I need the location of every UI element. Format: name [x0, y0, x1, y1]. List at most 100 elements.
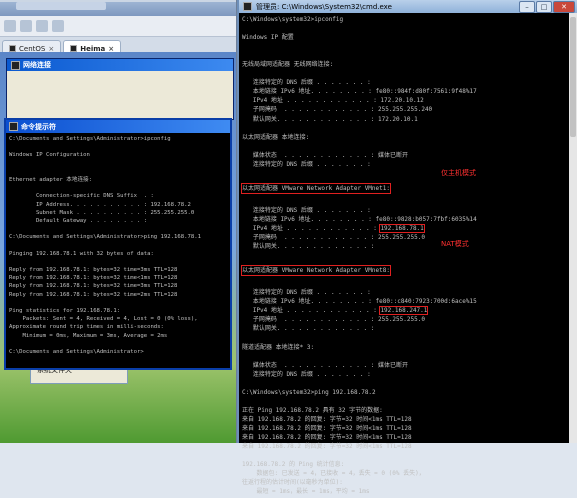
console-line: IP Address. . . . . . . . . . . : 192.16… — [9, 201, 191, 208]
vm-icon — [9, 45, 16, 52]
console-line: Packets: Sent = 4, Received = 4, Lost = … — [9, 316, 198, 323]
console-line: 本地链接 IPv6 地址. . . . . . . . : fe80::984f… — [242, 88, 477, 96]
console-line: C:\Windows\system32>ipconfig — [242, 16, 344, 23]
toolbar-icon[interactable] — [52, 20, 64, 32]
console-line: 以太网适配器 VMware Network Adapter VMnet8: — [241, 265, 391, 277]
console-line: 来自 192.168.78.2 的回复: 字节=32 时间<1ms TTL=12… — [242, 433, 412, 441]
console-line: 以太网适配器 VMware Network Adapter VMnet1: — [241, 182, 391, 194]
console-line: Approximate round trip times in milli-se… — [9, 324, 164, 331]
console-line: 默认网关. . . . . . . . . . . . . : — [242, 325, 375, 333]
console-line: 往返行程的估计时间(以毫秒为单位): — [242, 479, 343, 487]
console-line: 隧道适配器 本地连接* 3: — [242, 343, 315, 351]
console-line: 192.168.78.2 的 Ping 统计信息: — [242, 461, 345, 469]
console-line: IPv4 地址 . . . . . . . . . . . . : 172.20… — [242, 97, 424, 105]
console-line: 连接特定的 DNS 后缀 . . . . . . . : — [242, 160, 371, 168]
console-line: Reply from 192.168.78.1: bytes=32 time=2… — [9, 291, 178, 298]
console-line: Reply from 192.168.78.1: bytes=32 time=3… — [9, 267, 178, 273]
win7-cmd-title: 管理员: C:\Windows\System32\cmd.exe — [256, 2, 392, 11]
console-line: Subnet Mask . . . . . . . . . . : 255.25… — [9, 209, 195, 216]
console-line: 子网掩码 . . . . . . . . . . . . : 255.255.2… — [242, 316, 425, 324]
console-line: 连接特定的 DNS 后缀 . . . . . . . : — [242, 370, 371, 378]
console-line: 数据包: 已发送 = 4，已接收 = 4，丢失 = 0 (0% 丢失)， — [242, 470, 425, 478]
console-line: Reply from 192.168.78.1: bytes=32 time<1… — [9, 275, 178, 282]
win7-cmd-titlebar[interactable]: 管理员: C:\Windows\System32\cmd.exe – □ ✕ — [239, 0, 577, 13]
console-line: Ping statistics for 192.168.78.1: — [9, 307, 121, 314]
console-line: 最短 = 1ms，最长 = 1ms，平均 = 1ms — [242, 488, 370, 496]
xp-command-prompt-window[interactable]: 命令提示符 C:\Documents and Settings\Administ… — [4, 118, 232, 370]
console-line: 正在 Ping 192.168.78.2 具有 32 字节的数据: — [242, 406, 383, 414]
console-line: Reply from 192.168.78.1: bytes=32 time=3… — [9, 283, 178, 290]
network-window-title: 网络连接 — [23, 61, 51, 69]
console-line: 本地链接 IPv6 地址. . . . . . . . : fe80::c840… — [242, 298, 477, 306]
toolbar-icon[interactable] — [20, 20, 32, 32]
console-line: 子网掩码 . . . . . . . . . . . . : 255.255.2… — [242, 106, 433, 114]
console-line: IPv4 地址 . . . . . . . . . . . . : 192.16… — [242, 223, 425, 233]
console-line: C:\Documents and Settings\Administrator>… — [9, 136, 171, 142]
console-line: IPv4 地址 . . . . . . . . . . . . : 192.16… — [242, 306, 429, 316]
minimize-button[interactable]: – — [519, 1, 535, 13]
win7-cmd-output[interactable]: C:\Windows\system32>ipconfig Windows IP 配… — [239, 13, 577, 498]
console-line: Ethernet adapter 本地连接: — [9, 176, 92, 183]
console-line: Pinging 192.168.78.1 with 32 bytes of da… — [9, 250, 154, 257]
cmd-icon — [243, 2, 252, 11]
console-line: 连接特定的 DNS 后缀 . . . . . . . : — [242, 289, 371, 297]
console-line: 子网掩码 . . . . . . . . . . . . : 255.255.2… — [242, 234, 425, 242]
host-only-annotation: 仅主机模式 — [441, 169, 476, 177]
network-icon — [11, 60, 20, 70]
vmware-toolbar — [0, 16, 236, 37]
console-line: 连接特定的 DNS 后缀 . . . . . . . : — [242, 206, 371, 214]
console-line: 来自 192.168.78.2 的回复: 字节=32 时间<1ms TTL=12… — [242, 443, 412, 451]
xp-cmd-output[interactable]: C:\Documents and Settings\Administrator>… — [6, 133, 230, 358]
console-line: 连接特定的 DNS 后缀 . . . . . . . : — [242, 79, 371, 87]
console-line: Minimum = 0ms, Maximum = 3ms, Average = … — [9, 332, 168, 339]
console-line: 以太网适配器 本地连接: — [242, 133, 310, 141]
network-connections-window: 网络连接 — [6, 58, 234, 120]
cmd-icon — [9, 122, 18, 131]
console-line: 来自 192.168.78.2 的回复: 字节=32 时间<1ms TTL=12… — [242, 424, 412, 432]
highlighted-ipv4-address: 192.168.247.1 — [379, 306, 429, 316]
console-line: 无线局域网适配器 无线网络连接: — [242, 61, 334, 69]
nat-annotation: NAT模式 — [441, 240, 469, 248]
maximize-button[interactable]: □ — [536, 1, 552, 13]
console-line: Windows IP 配置 — [242, 34, 294, 42]
close-button[interactable]: ✕ — [553, 1, 575, 13]
console-line: 媒体状态 . . . . . . . . . . . . : 媒体已断开 — [242, 361, 408, 369]
toolbar-icon[interactable] — [4, 20, 16, 32]
win7-cmd-window[interactable]: 管理员: C:\Windows\System32\cmd.exe – □ ✕ C… — [237, 0, 577, 495]
console-line: C:\Documents and Settings\Administrator> — [9, 348, 144, 355]
xp-cmd-title: 命令提示符 — [21, 122, 56, 131]
vmware-titlebar — [0, 2, 236, 16]
toolbar-icon[interactable] — [36, 20, 48, 32]
vmware-window: CentOS × Heima × 网络连接 系统文件夹 命令提示符 C:\Docume… — [0, 0, 237, 443]
console-line: 默认网关. . . . . . . . . . . . . : 172.20.1… — [242, 115, 418, 123]
console-line: C:\Windows\system32>ping 192.168.78.2 — [242, 388, 376, 396]
console-line: Connection-specific DNS Suffix . : — [9, 193, 154, 200]
vertical-scrollbar[interactable] — [569, 13, 577, 443]
vm-icon — [70, 45, 78, 52]
console-line: 默认网关. . . . . . . . . . . . . : — [242, 243, 375, 251]
console-line: C:\Documents and Settings\Administrator>… — [9, 234, 201, 241]
scrollbar-thumb[interactable] — [570, 17, 576, 137]
highlighted-ipv4-address: 192.168.78.1 — [379, 223, 425, 233]
